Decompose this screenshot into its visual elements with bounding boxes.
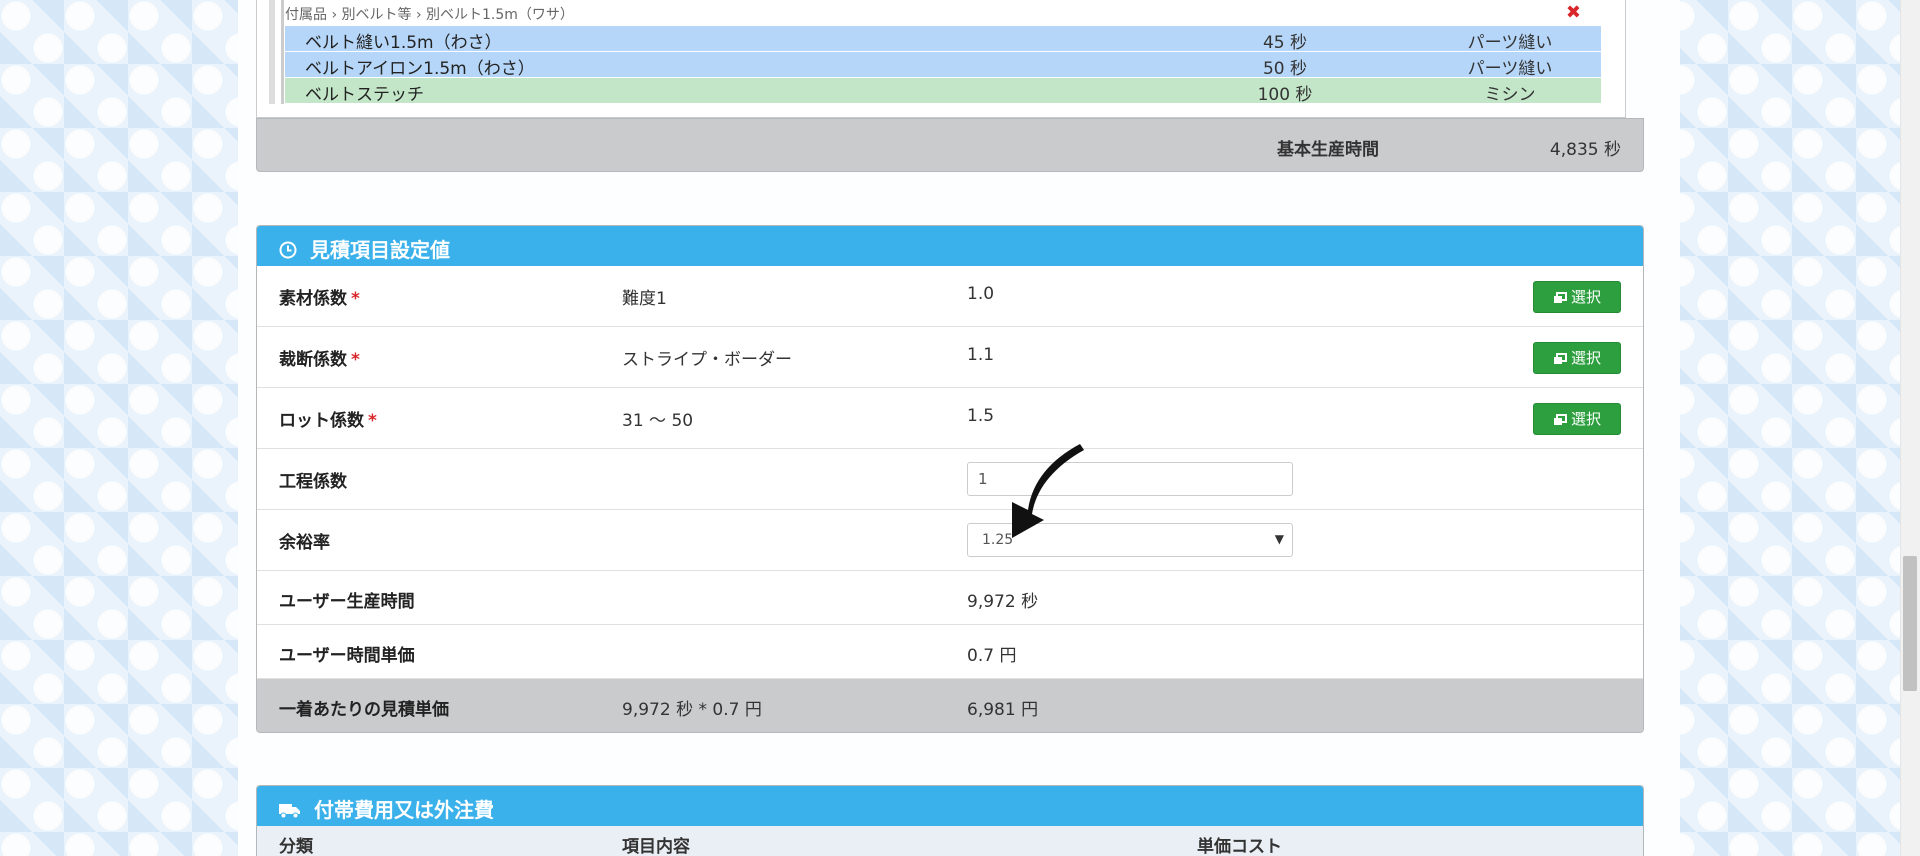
user-production-time-value: 9,972 秒 (967, 592, 1039, 612)
base-production-time-label: 基本生産時間 (1277, 140, 1379, 160)
process-list-card: 付属品 › 別ベルト等 › 別ベルト1.5m（ワサ） ✖ ベルト縫い1.5m（わ… (256, 0, 1626, 118)
extra-costs-panel: 付帯費用又は外注費 分類 項目内容 単価コスト (256, 785, 1644, 856)
process-name: ベルト縫い1.5m（わさ） (305, 33, 502, 53)
process-name: ベルトステッチ (305, 85, 424, 105)
cutting-coefficient-value: 1.1 (967, 345, 995, 365)
page-scrollbar[interactable] (1900, 0, 1920, 856)
scrollbar-thumb[interactable] (1903, 556, 1917, 691)
required-mark: * (351, 289, 360, 309)
material-coefficient-value: 1.0 (967, 284, 995, 304)
pointer-arrow-icon (1012, 444, 1084, 538)
material-coefficient-option: 難度1 (622, 289, 667, 309)
unit-price-label: 一着あたりの見積単価 (279, 700, 449, 720)
lot-coefficient-option: 31 ～ 50 (622, 411, 694, 431)
user-hourly-rate-value: 0.7 円 (967, 646, 1017, 666)
window-restore-icon (1553, 284, 1567, 314)
process-name: ベルトアイロン1.5m（わさ） (305, 59, 535, 79)
cutting-select-button[interactable]: 選択 (1533, 342, 1621, 374)
unit-price-formula: 9,972 秒 * 0.7 円 (622, 700, 762, 720)
unit-price-row: 一着あたりの見積単価 9,972 秒 * 0.7 円 6,981 円 (257, 679, 1643, 732)
material-coefficient-label: 素材係数 * (279, 289, 360, 309)
process-seconds: 45 秒 (1262, 33, 1308, 53)
lot-select-button[interactable]: 選択 (1533, 403, 1621, 435)
process-coefficient-label: 工程係数 (279, 472, 347, 492)
process-row[interactable]: ベルトアイロン1.5m（わさ） 50 秒 パーツ縫い (285, 52, 1601, 79)
estimate-settings-panel: 見積項目設定値 素材係数 * 難度1 1.0 選択 裁断係数 * ストライプ・ボーダ… (256, 225, 1644, 733)
required-mark: * (351, 350, 360, 370)
column-header-category: 分類 (279, 837, 313, 856)
column-header-item: 項目内容 (622, 837, 690, 856)
process-breadcrumb: 付属品 › 別ベルト等 › 別ベルト1.5m（ワサ） (285, 7, 574, 23)
process-coefficient-row: 工程係数 (257, 449, 1643, 510)
lot-coefficient-value: 1.5 (967, 406, 995, 426)
clock-icon (279, 240, 297, 264)
unit-price-value: 6,981 円 (967, 700, 1039, 720)
estimate-settings-title: 見積項目設定値 (309, 238, 450, 262)
cutting-coefficient-option: ストライプ・ボーダー (622, 350, 792, 370)
estimate-settings-header: 見積項目設定値 (257, 226, 1643, 266)
required-mark: * (368, 411, 377, 431)
caret-down-icon: ▼ (1274, 532, 1284, 546)
process-group-header: 付属品 › 別ベルト等 › 別ベルト1.5m（ワサ） ✖ (285, 2, 1601, 26)
process-type: パーツ縫い (1467, 33, 1553, 53)
cutting-coefficient-label: 裁断係数 * (279, 350, 360, 370)
extra-costs-table-header: 分類 項目内容 単価コスト (257, 826, 1643, 856)
extra-costs-header: 付帯費用又は外注費 (257, 786, 1643, 826)
lot-coefficient-label: ロット係数 * (279, 411, 377, 431)
process-seconds: 100 秒 (1257, 85, 1313, 105)
process-type: ミシン (1484, 85, 1536, 105)
process-type: パーツ縫い (1467, 59, 1553, 79)
allowance-rate-row: 余裕率 1.25 ▼ (257, 510, 1643, 571)
remove-icon[interactable]: ✖ (1566, 2, 1581, 23)
user-hourly-rate-label: ユーザー時間単価 (279, 646, 415, 666)
process-row[interactable]: ベルト縫い1.5m（わさ） 45 秒 パーツ縫い (285, 26, 1601, 53)
user-production-time-label: ユーザー生産時間 (279, 592, 415, 612)
user-hourly-rate-row: ユーザー時間単価 0.7 円 (257, 625, 1643, 679)
material-coefficient-row: 素材係数 * 難度1 1.0 選択 (257, 266, 1643, 327)
window-restore-icon (1553, 406, 1567, 436)
base-production-time-bar: 基本生産時間 4,835 秒 (256, 118, 1644, 172)
lot-coefficient-row: ロット係数 * 31 ～ 50 1.5 選択 (257, 388, 1643, 449)
window-restore-icon (1553, 345, 1567, 375)
user-production-time-row: ユーザー生産時間 9,972 秒 (257, 571, 1643, 625)
process-row[interactable]: ベルトステッチ 100 秒 ミシン (285, 78, 1601, 105)
material-select-button[interactable]: 選択 (1533, 281, 1621, 313)
column-header-unit-cost: 単価コスト (1197, 837, 1282, 856)
truck-icon (279, 800, 301, 824)
process-seconds: 50 秒 (1262, 59, 1308, 79)
main-content: 付属品 › 別ベルト等 › 別ベルト1.5m（ワサ） ✖ ベルト縫い1.5m（わ… (238, 0, 1680, 856)
base-production-time-value: 4,835 秒 (1549, 140, 1621, 160)
allowance-rate-label: 余裕率 (279, 533, 330, 553)
cutting-coefficient-row: 裁断係数 * ストライプ・ボーダー 1.1 選択 (257, 327, 1643, 388)
extra-costs-title: 付帯費用又は外注費 (313, 798, 494, 822)
